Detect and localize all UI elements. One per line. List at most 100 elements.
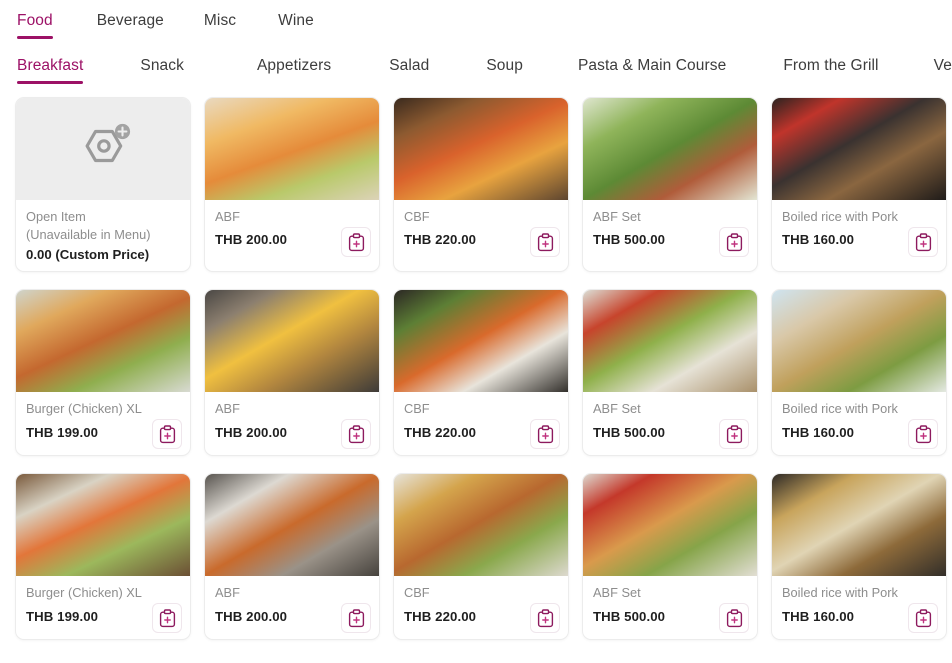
product-image xyxy=(205,98,379,200)
clipboard-plus-icon[interactable] xyxy=(719,603,749,634)
subtab-snack[interactable]: Snack xyxy=(140,53,184,84)
product-row: Burger (Chicken) XL THB 199.00 ABF THB 200… xyxy=(15,473,952,641)
product-image xyxy=(583,474,757,577)
clipboard-plus-icon[interactable] xyxy=(908,419,938,450)
open-item-availability: (Unavailable in Menu) xyxy=(26,227,151,243)
product-info: ABF Set THB 500.00 xyxy=(583,576,757,639)
product-card[interactable]: ABF THB 200.00 xyxy=(204,473,380,641)
product-info: Burger (Chicken) XL THB 199.00 xyxy=(16,576,190,639)
product-image xyxy=(394,474,568,577)
product-info: ABF THB 200.00 xyxy=(205,576,379,639)
product-name: Boiled rice with Pork xyxy=(782,585,898,601)
product-image xyxy=(772,98,946,200)
product-info: Boiled rice with Pork THB 160.00 xyxy=(772,200,946,263)
product-image xyxy=(772,474,946,577)
open-item-price: 0.00 (Custom Price) xyxy=(26,247,150,263)
clipboard-plus-icon[interactable] xyxy=(530,419,560,450)
product-row: Open Item (Unavailable in Menu) 0.00 (Cust… xyxy=(15,97,952,273)
tab-label: Pasta & Main Course xyxy=(577,57,727,74)
product-card[interactable]: CBF THB 220.00 xyxy=(393,473,569,641)
tab-label: Food xyxy=(17,12,53,29)
product-card[interactable]: Burger (Chicken) XL THB 199.00 xyxy=(15,473,191,641)
clipboard-plus-icon[interactable] xyxy=(341,227,371,257)
product-name: Boiled rice with Pork xyxy=(782,401,898,417)
product-info: CBF THB 220.00 xyxy=(394,200,568,263)
tab-beverage[interactable]: Beverage xyxy=(97,8,164,39)
product-name: Burger (Chicken) XL xyxy=(26,401,142,417)
product-name: ABF xyxy=(215,585,240,601)
clipboard-plus-icon[interactable] xyxy=(908,227,938,257)
subtab-vegetarian[interactable]: Vegetarian xyxy=(934,53,952,84)
product-info: Boiled rice with Pork THB 160.00 xyxy=(772,576,946,639)
tab-label: Beverage xyxy=(96,12,164,29)
tab-label: Snack xyxy=(140,57,184,74)
product-card[interactable]: ABF Set THB 500.00 xyxy=(582,97,758,273)
open-item-info: Open Item (Unavailable in Menu) 0.00 (Cust… xyxy=(16,200,190,271)
clipboard-plus-icon[interactable] xyxy=(341,603,371,634)
product-card[interactable]: CBF THB 220.00 xyxy=(393,97,569,273)
product-image xyxy=(394,290,568,393)
product-name: ABF Set xyxy=(593,401,641,417)
subtab-pasta-main-course[interactable]: Pasta & Main Course xyxy=(578,53,726,84)
product-card[interactable]: ABF THB 200.00 xyxy=(204,289,380,457)
product-row: Burger (Chicken) XL THB 199.00 ABF THB 200… xyxy=(15,289,952,457)
subtab-salad[interactable]: Salad xyxy=(389,53,429,84)
product-card[interactable]: Boiled rice with Pork THB 160.00 xyxy=(771,97,947,273)
clipboard-plus-icon[interactable] xyxy=(152,603,182,634)
primary-category-tabs: Food Beverage Misc Wine xyxy=(0,0,952,48)
tab-label: From the Grill xyxy=(783,57,879,74)
product-name: CBF xyxy=(404,209,430,224)
product-name: CBF xyxy=(404,585,430,601)
product-name: Burger (Chicken) XL xyxy=(26,585,142,601)
product-image xyxy=(16,474,190,577)
clipboard-plus-icon[interactable] xyxy=(719,227,749,257)
tab-label: Breakfast xyxy=(17,57,84,74)
menu-screen: Food Beverage Misc Wine Breakfast Snack Appet… xyxy=(0,0,952,641)
tab-label: Misc xyxy=(203,12,237,29)
product-name: ABF Set xyxy=(593,585,641,601)
subtab-soup[interactable]: Soup xyxy=(486,53,523,84)
product-info: ABF Set THB 500.00 xyxy=(583,392,757,455)
subtab-breakfast[interactable]: Breakfast xyxy=(17,53,84,84)
product-name: ABF xyxy=(215,209,240,224)
product-card[interactable]: ABF Set THB 500.00 xyxy=(582,289,758,457)
tab-wine[interactable]: Wine xyxy=(278,8,314,39)
clipboard-plus-icon[interactable] xyxy=(908,603,938,634)
product-info: Boiled rice with Pork THB 160.00 xyxy=(772,392,946,455)
clipboard-plus-icon[interactable] xyxy=(530,227,560,257)
secondary-category-tabs: Breakfast Snack Appetizers Salad Soup Pasta &… xyxy=(0,48,952,96)
product-info: ABF THB 200.00 xyxy=(205,200,379,263)
product-card[interactable]: ABF Set THB 500.00 xyxy=(582,473,758,641)
product-image xyxy=(583,98,757,200)
subtab-from-the-grill[interactable]: From the Grill xyxy=(783,53,878,84)
clipboard-plus-icon[interactable] xyxy=(152,419,182,450)
clipboard-plus-icon[interactable] xyxy=(719,419,749,450)
product-image xyxy=(16,290,190,393)
product-info: Burger (Chicken) XL THB 199.00 xyxy=(16,392,190,455)
product-name: Boiled rice with Pork xyxy=(782,209,898,224)
product-card[interactable]: ABF THB 200.00 xyxy=(204,97,380,273)
tab-label: Vegetarian xyxy=(933,57,952,74)
tab-food[interactable]: Food xyxy=(17,8,53,39)
tab-misc[interactable]: Misc xyxy=(204,8,236,39)
product-image xyxy=(205,474,379,577)
clipboard-plus-icon[interactable] xyxy=(530,603,560,634)
open-item-title: Open Item xyxy=(26,209,86,224)
product-info: CBF THB 220.00 xyxy=(394,392,568,455)
tab-label: Salad xyxy=(389,57,430,74)
product-name: ABF Set xyxy=(593,209,641,224)
product-card[interactable]: Burger (Chicken) XL THB 199.00 xyxy=(15,289,191,457)
product-info: ABF Set THB 500.00 xyxy=(583,200,757,263)
product-card[interactable]: CBF THB 220.00 xyxy=(393,289,569,457)
clipboard-plus-icon[interactable] xyxy=(341,419,371,450)
tab-label: Wine xyxy=(278,12,314,29)
product-name: ABF xyxy=(215,401,240,417)
product-card[interactable]: Boiled rice with Pork THB 160.00 xyxy=(771,473,947,641)
product-image xyxy=(205,290,379,393)
product-info: ABF THB 200.00 xyxy=(205,392,379,455)
product-grid: Open Item (Unavailable in Menu) 0.00 (Cust… xyxy=(0,96,952,641)
hexagon-plus-icon xyxy=(16,98,190,200)
open-item-card[interactable]: Open Item (Unavailable in Menu) 0.00 (Cust… xyxy=(15,97,191,273)
product-card[interactable]: Boiled rice with Pork THB 160.00 xyxy=(771,289,947,457)
subtab-appetizers[interactable]: Appetizers xyxy=(257,53,331,84)
